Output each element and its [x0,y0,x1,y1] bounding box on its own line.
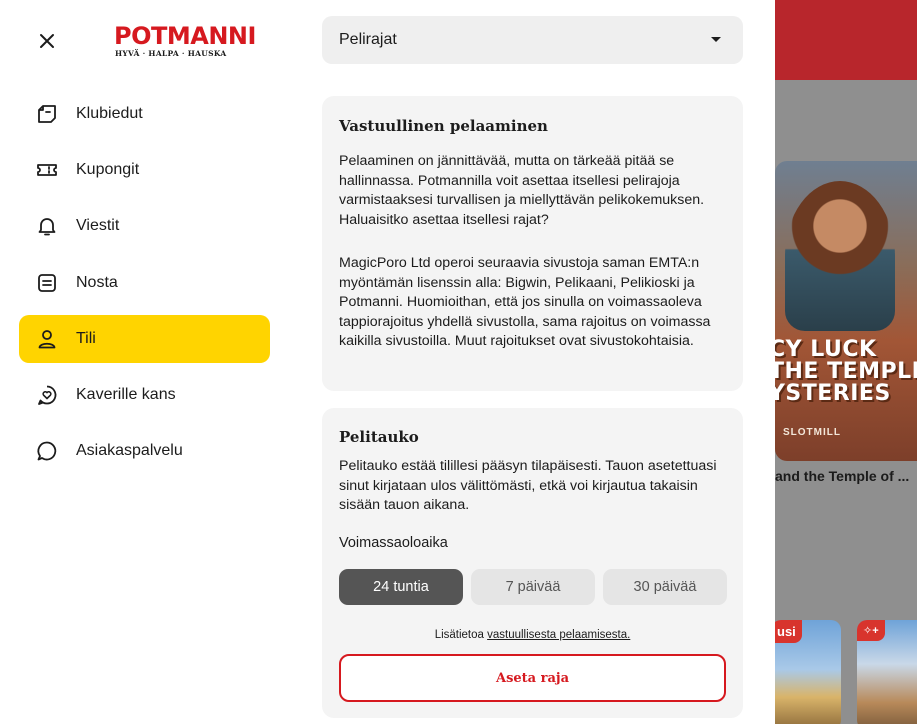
responsible-gaming-text: Pelaaminen on jännittävää, mutta on tärk… [339,153,705,228]
close-icon[interactable] [34,28,60,54]
responsible-gaming-card: Vastuullinen pelaaminen Pelaaminen on jä… [322,96,743,391]
license-text: MagicPoro Ltd operoi seuraavia sivustoja… [339,255,711,349]
sidebar-item-label: Tili [76,329,96,347]
info-line: Lisätietoa vastuullisesta pelaamisesta. [322,629,743,641]
chat-bubble-icon [37,441,57,461]
pause-title: Pelitauko [339,428,419,446]
sidebar-item-kaverille-kans[interactable]: Kaverille kans [19,371,270,419]
heart-chat-icon [38,385,57,405]
duration-option-24h[interactable]: 24 tuntia [339,569,463,605]
withdraw-icon [38,273,56,292]
set-limit-button[interactable]: Aseta raja [339,654,726,702]
info-prefix: Lisätietoa [434,629,488,641]
featured-game-label[interactable]: and the Temple of ... [775,468,917,484]
duration-option-7d[interactable]: 7 päivää [471,569,595,605]
sidebar-nav: Klubiedut Kupongit Viestit Nosta Tili Ka… [19,90,270,483]
responsible-gaming-title: Vastuullinen pelaaminen [339,117,548,135]
sidebar-item-kupongit[interactable]: Kupongit [19,146,270,194]
featured-game-title: CY LUCK THE TEMPLE YSTERIES [775,337,917,406]
brand-tagline: HYVÄ · HALPA · HAUSKA [115,49,227,58]
brand-name: POTMANNI [114,22,256,50]
sidebar-item-klubiedut[interactable]: Klubiedut [19,90,270,138]
sparkle-badge: ✧+ [857,620,885,641]
sidebar-item-tili[interactable]: Tili [19,314,270,363]
limits-select-value: Pelirajat [339,31,397,48]
pause-description: Pelitauko estää tilillesi pääsyn tilapäi… [339,458,717,513]
sidebar-item-label: Viestit [76,217,120,235]
sidebar-item-label: Kaverille kans [76,385,176,403]
limits-select[interactable]: Pelirajat [322,16,743,64]
background-header [775,0,917,80]
duration-label: Voimassaoloaika [339,535,448,551]
duration-option-30d[interactable]: 30 päivää [603,569,727,605]
user-icon [38,329,56,349]
featured-game-card[interactable]: CY LUCK THE TEMPLE YSTERIES SLOTMILL [775,161,917,461]
background-page: CY LUCK THE TEMPLE YSTERIES SLOTMILL and… [775,0,917,724]
sidebar-item-asiakaspalvelu[interactable]: Asiakaspalvelu [19,427,270,475]
responsible-gaming-link[interactable]: vastuullisesta pelaamisesta. [487,629,630,641]
coupon-icon [37,164,57,177]
ticket-icon [38,105,56,123]
new-badge: usi [775,620,802,643]
game-thumbnail[interactable]: usi [775,620,841,724]
brand-logo[interactable]: POTMANNI HYVÄ · HALPA · HAUSKA [114,22,256,59]
close-button[interactable] [34,28,60,54]
bell-icon [38,218,56,236]
chevron-down-icon [711,37,721,42]
sidebar-item-nosta[interactable]: Nosta [19,259,270,307]
sidebar-item-label: Asiakaspalvelu [76,442,183,460]
account-drawer: POTMANNI HYVÄ · HALPA · HAUSKA Klubiedut… [0,0,775,724]
pause-card: Pelitauko Pelitauko estää tilillesi pääs… [322,408,743,718]
game-artwork [785,181,895,331]
sidebar-item-label: Nosta [76,273,118,291]
sidebar-item-viestit[interactable]: Viestit [19,202,270,250]
sidebar-item-label: Klubiedut [76,105,143,122]
sidebar-item-label: Kupongit [76,161,140,179]
game-studio: SLOTMILL [783,427,841,438]
game-thumbnail[interactable]: ✧+ [857,620,917,724]
